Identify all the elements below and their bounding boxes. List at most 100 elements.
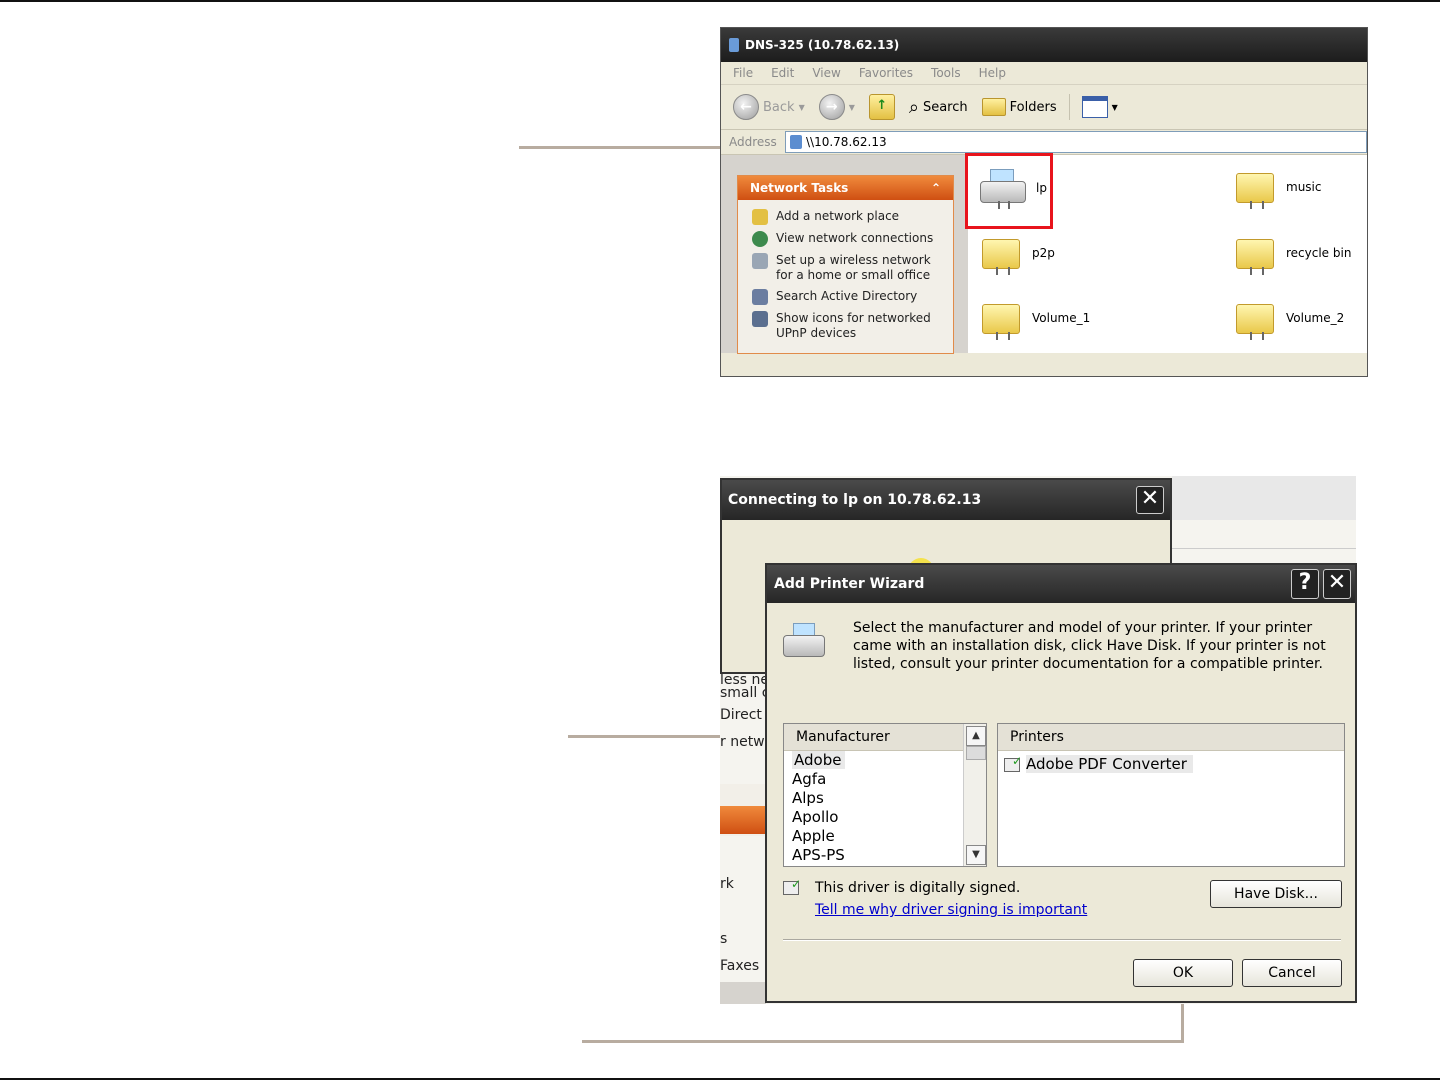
task-label: Show icons for networked UPnP devices [776,311,931,340]
folders-label: Folders [1009,99,1057,115]
address-input[interactable]: \\10.78.62.13 [785,131,1367,153]
printer-icon [783,619,827,665]
address-label: Address [729,135,777,149]
menu-favorites[interactable]: Favorites [859,66,913,80]
lp-highlight-box [965,153,1053,229]
bottom-rule [0,1078,1440,1080]
wireless-icon [752,253,768,269]
task-pane: Network Tasks ⌃ Add a network place View… [721,155,968,354]
task-show-upnp-icons[interactable]: Show icons for networked UPnP devices [752,311,945,341]
shared-folder-icon [1234,165,1276,209]
callout-line-ok-horizontal [582,1040,1184,1043]
background-text: s [720,931,728,947]
cancel-button[interactable]: Cancel [1242,959,1342,987]
connecting-title: Connecting to lp on 10.78.62.13 [728,492,982,508]
printers-header: Printers [998,724,1344,751]
background-text: r netw [720,734,765,750]
manufacturer-item[interactable]: Alps [784,789,986,808]
back-arrow-icon: ← [733,94,759,120]
up-folder-button[interactable]: ↑ [867,91,897,123]
shared-folder-icon [980,296,1022,340]
forward-button[interactable]: → ▼ [817,91,857,123]
task-add-network-place[interactable]: Add a network place [752,209,945,225]
network-connections-icon [752,231,768,247]
shared-folder-icon [980,231,1022,275]
collapse-chevron-icon[interactable]: ⌃ [931,181,941,195]
menu-help[interactable]: Help [979,66,1006,80]
callout-line-address [519,146,720,149]
network-tasks-panel: Network Tasks ⌃ Add a network place View… [737,175,954,354]
add-printer-wizard: Add Printer Wizard ? ✕ Select the manufa… [765,563,1357,1003]
task-view-network-connections[interactable]: View network connections [752,231,945,247]
printers-list[interactable]: Printers ✓ Adobe PDF Converter [997,723,1345,867]
share-volume-1[interactable]: Volume_1 [980,296,1090,340]
manufacturer-item[interactable]: Adobe [784,751,986,770]
background-bottom-fragment [720,982,766,1004]
forward-arrow-icon: → [818,94,845,120]
wizard-description: Select the manufacturer and model of you… [853,620,1326,672]
search-directory-icon [752,289,768,305]
manufacturer-scrollbar[interactable]: ▲ ▼ [963,724,986,866]
task-search-active-directory[interactable]: Search Active Directory [752,289,945,305]
address-value: \\10.78.62.13 [806,135,887,149]
manufacturer-item[interactable]: APS-PS [784,846,986,865]
help-icon[interactable]: ? [1291,569,1319,599]
shared-folder-icon [1234,231,1276,275]
share-music[interactable]: music [1234,165,1321,209]
task-label: View network connections [776,231,934,245]
manufacturer-item[interactable]: Apple [784,827,986,846]
network-drive-icon [790,135,802,149]
printer-item-label: Adobe PDF Converter [1026,755,1193,773]
back-label: Back [763,99,795,115]
scroll-up-icon[interactable]: ▲ [966,726,986,746]
upnp-devices-icon [752,311,768,327]
views-dropdown-icon: ▼ [1111,102,1118,112]
folders-button[interactable]: Folders [980,91,1059,123]
driver-lists: Manufacturer Adobe Agfa Alps Apollo Appl… [783,723,1345,867]
menu-view[interactable]: View [812,66,840,80]
network-tasks-list: Add a network place View network connect… [738,200,953,353]
menu-file[interactable]: File [733,66,753,80]
up-folder-icon: ↑ [868,94,895,120]
printer-item[interactable]: ✓ Adobe PDF Converter [998,751,1344,773]
background-orange-header [720,806,766,834]
share-label: p2p [1032,246,1055,260]
manufacturer-item[interactable]: Apollo [784,808,986,827]
signed-driver-icon: ✓ [783,877,801,895]
explorer-title: DNS-325 (10.78.62.13) [745,38,900,52]
wizard-title-bar: Add Printer Wizard ? ✕ [767,565,1355,603]
have-disk-button[interactable]: Have Disk... [1210,880,1342,908]
share-recycle-bin[interactable]: recycle bin [1234,231,1351,275]
share-label: music [1286,180,1322,194]
views-button[interactable]: ▼ [1080,91,1120,123]
menu-tools[interactable]: Tools [931,66,961,80]
scroll-down-icon[interactable]: ▼ [966,845,986,865]
add-network-place-icon [752,209,768,225]
manufacturer-header: Manufacturer [784,724,986,751]
task-label: Add a network place [776,209,900,223]
background-text: rk [720,876,734,892]
toolbar-separator [1068,94,1070,120]
back-dropdown-icon[interactable]: ▼ [799,103,805,112]
top-rule [0,0,1440,2]
ok-button[interactable]: OK [1133,959,1233,987]
share-p2p[interactable]: p2p [980,231,1055,275]
share-volume-2[interactable]: Volume_2 [1234,296,1344,340]
explorer-title-bar: DNS-325 (10.78.62.13) [721,28,1367,62]
manufacturer-list[interactable]: Manufacturer Adobe Agfa Alps Apollo Appl… [783,723,987,867]
network-tasks-header[interactable]: Network Tasks ⌃ [738,176,953,200]
forward-dropdown-icon[interactable]: ▼ [849,103,855,112]
driver-signing-link[interactable]: Tell me why driver signing is important [815,902,1087,918]
close-icon[interactable]: ✕ [1136,486,1164,514]
manufacturer-item[interactable]: Agfa [784,770,986,789]
scroll-thumb[interactable] [966,746,986,760]
close-icon[interactable]: ✕ [1323,569,1351,599]
task-label: Set up a wireless network for a home or … [776,253,931,282]
network-drive-icon [729,38,739,52]
menu-edit[interactable]: Edit [771,66,794,80]
search-button[interactable]: ⌕ Search [907,91,970,123]
background-text: Direct [720,707,762,723]
task-setup-wireless[interactable]: Set up a wireless network for a home or … [752,253,945,283]
wizard-separator [783,939,1341,941]
back-button[interactable]: ← Back ▼ [731,91,807,123]
